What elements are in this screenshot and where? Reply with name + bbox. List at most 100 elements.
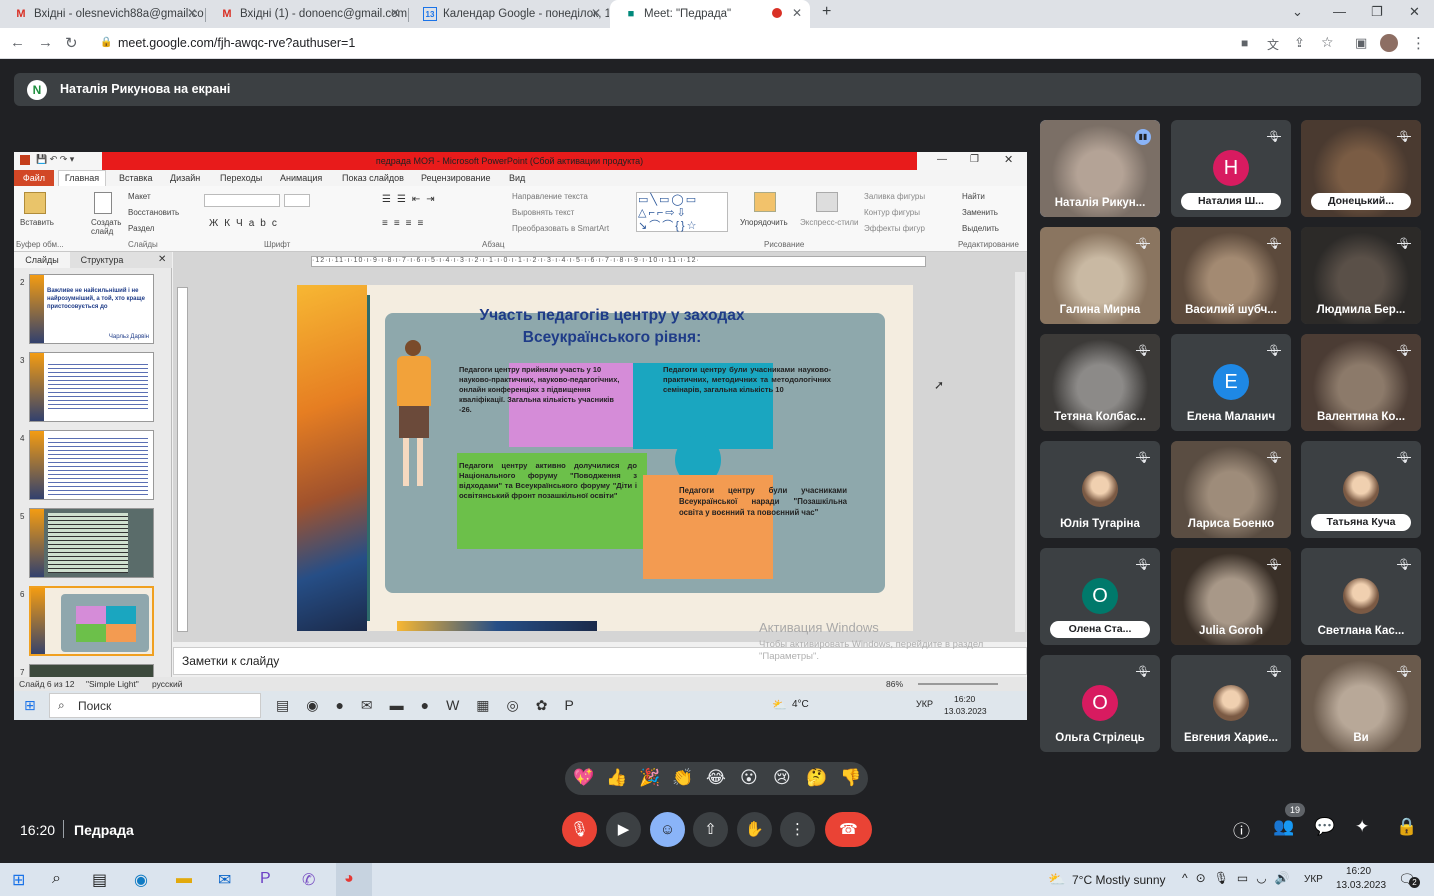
participant-tile[interactable]: Н 🎙 Наталия Ш... <box>1171 120 1291 217</box>
share-icon[interactable]: ⇪ <box>1294 35 1305 51</box>
participant-tile[interactable]: 🎙 Лариса Боенко <box>1171 441 1291 538</box>
hang-up-icon: ☎ <box>839 821 858 838</box>
tab-calendar[interactable]: 13 Календар Google - понеділок, 1 ✕ <box>409 0 609 28</box>
participant-initial: E <box>1213 364 1249 400</box>
bookmark-star-icon[interactable]: ☆ <box>1321 34 1334 51</box>
windows-start-icon[interactable]: ⊞ <box>12 870 25 890</box>
meet-icon: ■ <box>627 8 635 20</box>
maximize-icon[interactable]: ❐ <box>1371 4 1383 20</box>
activation-watermark-sub: Чтобы активировать Windows, перейдите в … <box>759 639 984 662</box>
reaction-thinking[interactable]: 🤔 <box>806 768 827 788</box>
close-icon[interactable]: ✕ <box>591 6 601 20</box>
tab-file: Файл <box>14 170 54 186</box>
camera-button[interactable]: ▶ <box>606 812 641 847</box>
minimize-icon[interactable]: — <box>1333 4 1346 19</box>
chrome-icon[interactable]: ◕ <box>344 870 354 888</box>
forward-icon[interactable]: → <box>38 34 53 51</box>
host-controls-icon[interactable]: 🔒 <box>1396 817 1417 837</box>
more-icon[interactable]: ⋮ <box>1411 34 1426 52</box>
url-field[interactable]: meet.google.com/fjh-awqc-rve?authuser=1 <box>118 36 355 50</box>
reactions-button[interactable]: ☺ <box>650 812 685 847</box>
section-label: Раздел <box>128 224 155 233</box>
participant-tile[interactable]: 🎙 Людмила Бер... <box>1301 227 1421 324</box>
info-icon[interactable]: ⓘ <box>1233 817 1250 842</box>
font-format-icons: ЖКЧabc <box>209 218 283 229</box>
tab-gmail-1[interactable]: M Вхідні - olesnevich88a@gmail.co ✕ <box>0 0 205 28</box>
participant-tile[interactable]: 🎙 Валентина Ко... <box>1301 334 1421 431</box>
camera-icon[interactable]: ■ <box>1241 36 1248 50</box>
reaction-thumbs-down[interactable]: 👎 <box>840 768 861 788</box>
shared-windows-taskbar: ⊞ ⌕ Поиск ▤◉●✉▬●W▦◎✿P ⛅ 4°C УКР 16:20 13… <box>14 691 1027 720</box>
reaction-heart[interactable]: 💖 <box>573 768 594 788</box>
reaction-sad[interactable]: 😢 <box>773 768 791 788</box>
close-icon[interactable]: ✕ <box>390 6 400 20</box>
window-close-icon[interactable]: ✕ <box>1409 4 1420 20</box>
raise-hand-button[interactable]: ✋ <box>737 812 772 847</box>
participant-name: Тетяна Колбас... <box>1054 411 1146 423</box>
translate-icon[interactable]: 文 <box>1267 36 1279 53</box>
reaction-laugh[interactable]: 😂 <box>706 768 726 788</box>
reload-icon[interactable]: ↻ <box>65 34 78 52</box>
chevron-down-icon[interactable]: ⌄ <box>1292 4 1303 20</box>
participant-tile[interactable]: О 🎙 Ольга Стрілець <box>1040 655 1160 752</box>
mic-muted-icon: 🎙 <box>1267 238 1281 250</box>
participant-tile[interactable]: 🎙 Светлана Кас... <box>1301 548 1421 645</box>
back-icon[interactable]: ← <box>10 34 25 51</box>
participant-tile[interactable]: 🎙 Галина Мирна <box>1040 227 1160 324</box>
viber-icon[interactable]: ✆ <box>302 870 315 890</box>
horizontal-ruler: ·12·ı·11·ı·10·ı·9·ı·8·ı·7·ı·6·ı·5·ı·4·ı·… <box>311 256 926 267</box>
inner-lang: УКР <box>916 699 933 709</box>
participant-tile[interactable]: 🎙 Татьяна Куча <box>1301 441 1421 538</box>
tab-title: Meet: "Педрада" <box>644 8 732 20</box>
tab-animation: Анимация <box>280 173 323 183</box>
participant-tile[interactable]: О 🎙 Олена Ста... <box>1040 548 1160 645</box>
participant-name: Татьяна Куча <box>1311 514 1411 531</box>
app-p-icon[interactable]: P <box>260 870 271 888</box>
participant-tile[interactable]: 🎙 Юлія Тугаріна <box>1040 441 1160 538</box>
participant-tile[interactable]: 🎙 Евгения Харие... <box>1171 655 1291 752</box>
reaction-surprised[interactable]: 😮 <box>740 768 758 788</box>
task-view-icon[interactable]: ▤ <box>92 870 107 890</box>
participant-tile[interactable]: 🎙 Донецький... <box>1301 120 1421 217</box>
inner-temp: 4°C <box>792 699 809 710</box>
close-icon[interactable]: ✕ <box>187 6 197 20</box>
close-icon[interactable]: ✕ <box>792 6 802 20</box>
people-icon[interactable]: 👥 <box>1273 817 1294 837</box>
tab-meet[interactable]: ■ Meet: "Педрада" ✕ <box>610 0 810 28</box>
presenter-banner-text: Наталія Рикунова на екрані <box>60 82 231 96</box>
activities-icon[interactable]: ✦ <box>1355 817 1369 837</box>
reaction-clap[interactable]: 👏 <box>672 768 693 788</box>
participant-initial: О <box>1082 685 1118 721</box>
paste-label: Вставить <box>20 218 54 227</box>
participant-tile[interactable]: E 🎙 Елена Маланич <box>1171 334 1291 431</box>
profile-avatar[interactable] <box>1380 34 1398 52</box>
reaction-thumbs-up[interactable]: 👍 <box>606 768 627 788</box>
new-tab-icon[interactable]: + <box>822 3 831 21</box>
participant-tile[interactable]: ▮▮ Наталія Рикун... <box>1040 120 1160 217</box>
chat-icon[interactable]: 💬 <box>1314 817 1335 837</box>
mic-muted-icon: 🎙 <box>1136 559 1150 571</box>
participant-tile[interactable]: 🎙 Ви <box>1301 655 1421 752</box>
inner-taskbar-apps: ▤◉●✉▬●W▦◎✿P <box>276 697 591 713</box>
mic-off-icon: 🎙 <box>569 821 590 838</box>
mail-icon[interactable]: ✉ <box>218 870 231 890</box>
participant-tile[interactable]: 🎙 Julia Goroh <box>1171 548 1291 645</box>
slide-block-3: Педагоги центру активно долучилися до На… <box>459 461 637 500</box>
tab-gmail-2[interactable]: M Вхідні (1) - donoenc@gmail.com ✕ <box>206 0 408 28</box>
search-icon[interactable]: ⌕ <box>52 870 61 888</box>
edge-icon[interactable]: ◉ <box>134 870 148 890</box>
reaction-party[interactable]: 🎉 <box>639 768 660 788</box>
more-options-button[interactable]: ⋮ <box>780 812 815 847</box>
participant-tile[interactable]: 🎙 Василий шубч... <box>1171 227 1291 324</box>
mic-off-button[interactable]: 🎙 <box>562 812 597 847</box>
leave-call-button[interactable]: ☎ <box>825 812 872 847</box>
mic-muted-icon: 🎙 <box>1397 131 1411 143</box>
participant-tile[interactable]: 🎙 Тетяна Колбас... <box>1040 334 1160 431</box>
address-bar: ← → ↻ 🔒 meet.google.com/fjh-awqc-rve?aut… <box>0 28 1434 59</box>
tab-view: Вид <box>509 173 526 183</box>
explorer-icon[interactable]: ▬ <box>176 870 192 888</box>
present-button[interactable]: ⇧ <box>693 812 728 847</box>
ppt-title: педрада МОЯ - Microsoft PowerPoint (Сбой… <box>102 152 917 170</box>
maximize-icon: ❐ <box>970 154 979 165</box>
sidebar-icon[interactable]: ▣ <box>1355 35 1367 51</box>
